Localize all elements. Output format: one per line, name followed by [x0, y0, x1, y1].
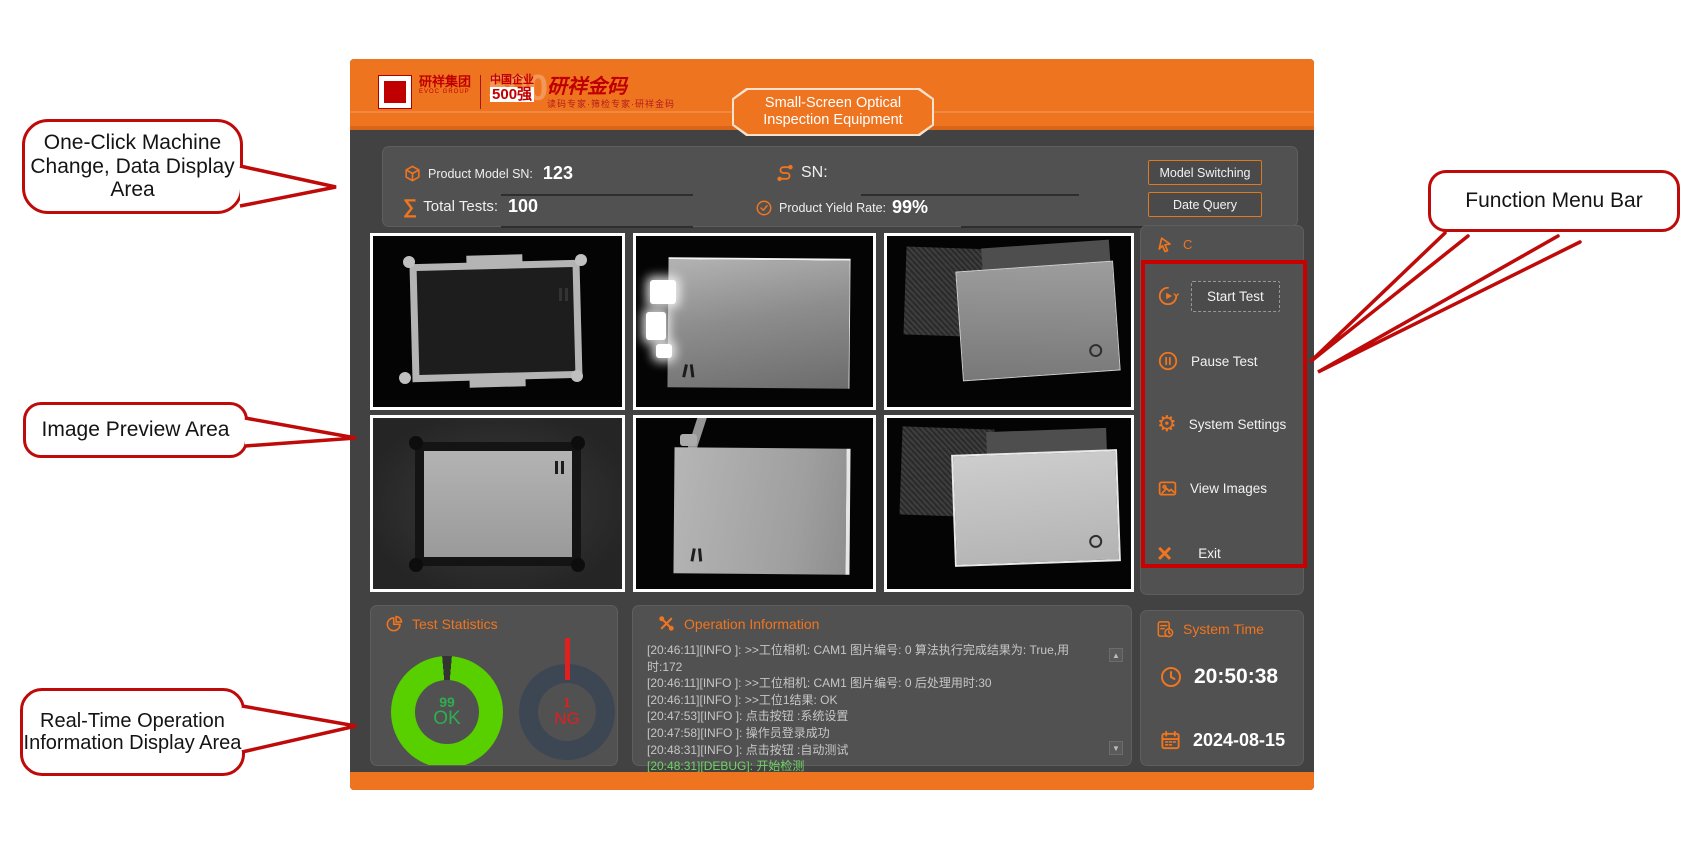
yield-check-icon — [755, 199, 773, 217]
total-tests-underline — [501, 226, 693, 228]
tail-data-display — [240, 166, 336, 206]
log-line: [20:46:11][INFO ]: >>工位相机: CAM1 图片编号: 0 … — [647, 642, 1103, 675]
scroll-down-button[interactable]: ▼ — [1109, 741, 1123, 755]
product-model-label: Product Model SN: — [428, 167, 533, 181]
log-line: [20:47:58][INFO ]: 操作员登录成功 — [647, 725, 1103, 742]
brand-logo: 研祥集团 EVOC GROUP 中国企业 500强 研祥金码 读码专家·筛检专家… — [378, 71, 675, 109]
system-time-title: System Time — [1183, 621, 1264, 637]
arrow-function-menu-2 — [1318, 236, 1580, 372]
ok-label: OK — [433, 709, 460, 729]
test-statistics-header: Test Statistics — [385, 614, 498, 633]
test-statistics-title: Test Statistics — [412, 616, 498, 632]
sigma-icon: ∑ — [403, 197, 417, 217]
preview-image-cam1-top — [370, 233, 625, 410]
calendar-icon — [1159, 729, 1182, 752]
function-menu-header-label: C — [1183, 237, 1192, 252]
log-line: [20:47:53][INFO ]: 点击按钮 :系统设置 — [647, 708, 1103, 725]
operation-log[interactable]: [20:46:11][INFO ]: >>工位相机: CAM1 图片编号: 0 … — [647, 642, 1103, 790]
preview-image-cam3-top — [884, 233, 1134, 410]
logo-slogan: 读码专家·筛检专家·研祥金码 — [547, 100, 675, 109]
product-model-value: 123 — [543, 163, 573, 184]
preview-image-cam1-bottom — [370, 415, 625, 592]
current-time-value: 20:50:38 — [1194, 665, 1278, 689]
function-menu-header: C — [1155, 234, 1192, 254]
total-tests-label: Total Tests: — [423, 198, 498, 215]
date-query-button[interactable]: Date Query — [1148, 192, 1262, 217]
data-display-panel: Product Model SN: 123 ∑ Total Tests: 100… — [382, 146, 1298, 227]
tail-image-preview — [245, 418, 356, 446]
logo-group-cn: 研祥集团 — [419, 75, 471, 89]
product-model-group: Product Model SN: 123 — [403, 163, 573, 184]
annotation-red-rectangle — [1141, 260, 1307, 568]
ng-count: 1 — [563, 696, 570, 710]
app-header: 500 研祥集团 EVOC GROUP 中国企业 500强 研祥金码 读码专家·… — [350, 59, 1314, 130]
log-line: [20:46:11][INFO ]: >>工位相机: CAM1 图片编号: 0 … — [647, 675, 1103, 692]
operation-information-panel: Operation Information [20:46:11][INFO ]:… — [632, 605, 1132, 766]
ok-count: 99 — [439, 695, 455, 710]
preview-image-cam3-bottom — [884, 415, 1134, 592]
yield-label: Product Yield Rate: — [779, 201, 886, 215]
screenshot-canvas: 500 研祥集团 EVOC GROUP 中国企业 500强 研祥金码 读码专家·… — [0, 0, 1688, 861]
arrow-function-menu-1 — [1310, 233, 1468, 362]
title-badge: Small-Screen Optical Inspection Equipmen… — [732, 88, 934, 136]
yield-value: 99% — [892, 197, 928, 218]
preview-image-cam2-top — [633, 233, 876, 410]
sn-underline — [861, 194, 1079, 196]
logo-brand-script: 研祥金码 — [547, 77, 675, 98]
log-line: [20:48:31][INFO ]: 点击按钮 :自动测试 — [647, 742, 1103, 759]
total-tests-group: ∑ Total Tests: 100 — [403, 196, 538, 217]
yield-underline — [961, 226, 1161, 228]
scroll-up-button[interactable]: ▲ — [1109, 648, 1123, 662]
model-switching-button[interactable]: Model Switching — [1148, 160, 1262, 185]
current-date-value: 2024-08-15 — [1193, 730, 1285, 751]
ok-donut-chart: 99 OK — [391, 656, 503, 766]
current-date-row: 2024-08-15 — [1159, 729, 1285, 752]
logo-rank-top: 中国企业 — [490, 75, 534, 87]
logo-divider — [480, 75, 481, 109]
annotation-bubble-data-display: One-Click Machine Change, Data Display A… — [22, 119, 243, 214]
clock-icon — [1159, 665, 1183, 689]
app-title-line2: Inspection Equipment — [763, 112, 902, 129]
sn-label: SN: — [801, 164, 828, 182]
app-footer-bar — [350, 772, 1314, 790]
ng-label: NG — [554, 710, 580, 728]
ng-donut-chart: 1 NG — [519, 664, 615, 760]
preview-image-cam2-bottom — [633, 415, 876, 592]
pie-chart-icon — [385, 614, 404, 633]
log-line: [20:46:11][INFO ]: >>工位1结果: OK — [647, 692, 1103, 709]
click-hand-icon — [1155, 234, 1175, 254]
doc-clock-icon — [1155, 619, 1175, 639]
app-title-line1: Small-Screen Optical — [765, 95, 901, 112]
system-time-header: System Time — [1155, 619, 1264, 639]
operation-information-header: Operation Information — [657, 614, 819, 633]
annotation-bubble-realtime-info: Real-Time Operation Information Display … — [20, 688, 245, 776]
total-tests-value: 100 — [508, 196, 538, 217]
ng-slice-tick — [565, 638, 570, 680]
operation-information-title: Operation Information — [684, 616, 819, 632]
logo-rank-bottom: 500强 — [490, 87, 534, 103]
tools-icon — [657, 614, 676, 633]
sn-group: SN: — [775, 163, 838, 183]
annotation-bubble-function-menu: Function Menu Bar — [1428, 170, 1680, 232]
logo-group-en: EVOC GROUP — [419, 89, 471, 95]
annotation-bubble-image-preview: Image Preview Area — [23, 402, 248, 458]
evoc-logo-icon — [378, 75, 412, 109]
current-time-row: 20:50:38 — [1159, 665, 1278, 689]
sn-flow-icon — [775, 163, 795, 183]
test-statistics-panel: Test Statistics 99 OK 1 NG — [370, 605, 618, 766]
yield-group: Product Yield Rate: 99% — [755, 197, 928, 218]
system-time-panel: System Time 20:50:38 2024-08-15 — [1140, 610, 1304, 766]
tail-realtime-info — [242, 706, 356, 752]
cube-icon — [403, 164, 422, 183]
